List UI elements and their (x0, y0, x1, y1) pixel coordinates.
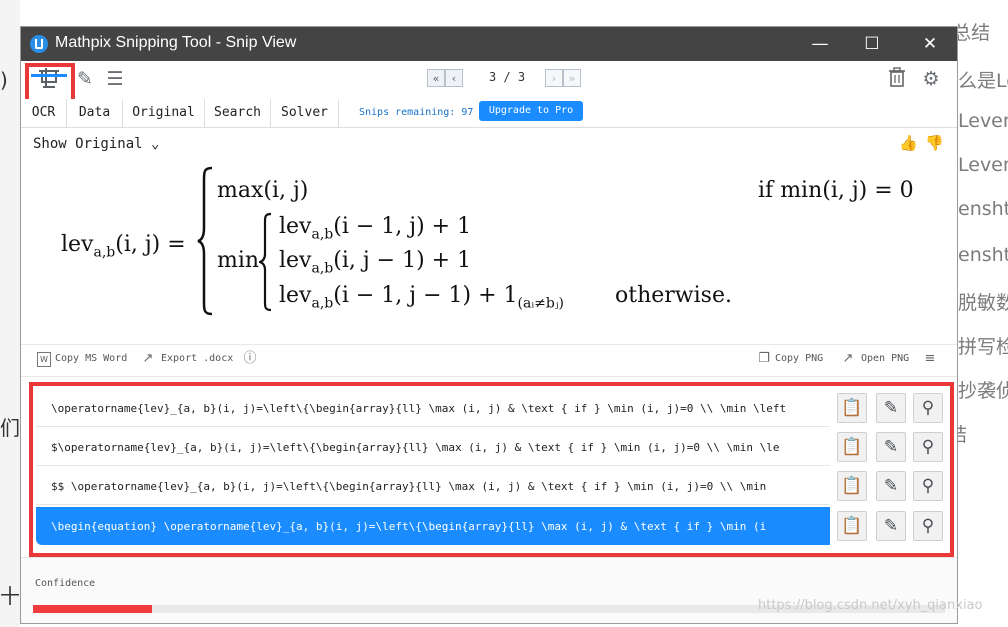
tab-search[interactable]: Search (205, 99, 271, 127)
equation-min-line-2: leva,b(i, j − 1) + 1 (279, 248, 472, 277)
result-tabs: OCR Data Original Search Solver Snips re… (21, 99, 957, 128)
background-text: 脱敏数 (958, 292, 1008, 314)
show-original-label: Show Original (33, 136, 143, 152)
tab-data[interactable]: Data (67, 99, 123, 127)
background-text: 结 (958, 420, 1008, 447)
background-text: ensht (958, 198, 1008, 220)
thumbs-down-icon[interactable]: 👎 (925, 134, 944, 152)
background-text: 们 (0, 416, 20, 440)
tab-solver[interactable]: Solver (271, 99, 339, 127)
show-original-toggle[interactable]: Show Original ⌄ (33, 136, 159, 152)
background-text: 十 (0, 584, 20, 608)
background-text: 么是Le (958, 70, 1008, 92)
maximize-button[interactable]: ☐ (849, 27, 895, 61)
title-bar[interactable]: Mathpix Snipping Tool - Snip View — ☐ ✕ (21, 27, 957, 61)
export-icon: ↗ (142, 351, 154, 366)
copy-icon: ❐ (758, 351, 770, 366)
background-text: Leven (958, 154, 1008, 176)
background-page-left: ) 们 十 (0, 0, 20, 627)
copy-ms-word-button[interactable]: Copy MS Word (55, 353, 127, 364)
minimize-button[interactable]: — (797, 27, 843, 61)
watermark: https://blog.csdn.net/xyh_qianxiao (758, 598, 983, 613)
window-title: Mathpix Snipping Tool - Snip View (55, 34, 297, 51)
upgrade-button[interactable]: Upgrade to Pro (479, 101, 583, 121)
equation-max-case: max(i, j) (217, 178, 309, 203)
prev-page-button[interactable]: ‹ (445, 69, 463, 87)
toolbar: ✎ ☰ « ‹ 3 / 3 › » ⚙ (21, 61, 957, 99)
tab-original[interactable]: Original (123, 99, 205, 127)
first-page-button[interactable]: « (427, 69, 445, 87)
highlight-box-results (29, 382, 954, 557)
rendered-equation-panel: Show Original ⌄ 👍 👎 leva,b(i, j) = max(i… (21, 128, 957, 344)
background-text: 拼写检 (958, 336, 1008, 358)
equation-min: min (217, 248, 260, 273)
snip-view-window: Mathpix Snipping Tool - Snip View — ☐ ✕ … (20, 26, 958, 624)
word-icon: W (37, 352, 51, 367)
snips-remaining: Snips remaining: 97 (359, 107, 474, 118)
trash-icon[interactable] (885, 67, 909, 91)
mathpix-logo-icon (30, 35, 48, 53)
action-bar: W Copy MS Word ↗ Export .docx ⓘ ❐ Copy P… (21, 344, 957, 377)
left-brace-large (197, 166, 213, 316)
thumbs-up-icon[interactable]: 👍 (899, 134, 918, 152)
background-text: Leven (958, 110, 1008, 132)
chevron-down-icon: ⌄ (151, 136, 160, 152)
equation-min-line-3: leva,b(i − 1, j − 1) + 1(aᵢ≠bⱼ) (279, 283, 564, 312)
confidence-panel: Confidence (21, 557, 957, 623)
edit-icon[interactable]: ✎ (73, 67, 97, 91)
open-icon: ↗ (842, 351, 854, 366)
background-page-right: 4. 总结 么是Le Leven Leven ensht ensht 脱敏数 拼… (958, 0, 1008, 627)
confidence-label: Confidence (35, 578, 96, 589)
background-text: ensht (958, 244, 1008, 266)
help-icon[interactable]: ⓘ (243, 351, 257, 367)
background-text: ) (0, 68, 8, 92)
confidence-bar-fill (33, 605, 152, 613)
tab-ocr[interactable]: OCR (21, 99, 67, 127)
latex-results-list: \operatorname{lev}_{a, b}(i, j)=\left\{\… (21, 377, 957, 557)
equation-lhs: leva,b(i, j) = (61, 232, 186, 261)
list-icon[interactable]: ☰ (103, 67, 127, 91)
next-page-button[interactable]: › (545, 69, 563, 87)
sliders-icon[interactable]: ≡ (923, 351, 937, 367)
open-png-button[interactable]: Open PNG (861, 353, 909, 364)
equation-min-line-1: leva,b(i − 1, j) + 1 (279, 214, 472, 243)
background-text: 抄袭侦 (958, 380, 1008, 402)
equation-if-condition: if min(i, j) = 0 (758, 178, 914, 203)
copy-png-button[interactable]: Copy PNG (775, 353, 823, 364)
left-brace-small (259, 212, 272, 312)
page-count: 3 / 3 (488, 70, 526, 84)
equation-otherwise: otherwise. (615, 283, 732, 308)
close-button[interactable]: ✕ (907, 27, 953, 61)
background-text: 4. 总结 (958, 22, 991, 44)
gear-icon[interactable]: ⚙ (919, 67, 943, 91)
export-docx-button[interactable]: Export .docx (161, 353, 233, 364)
last-page-button[interactable]: » (563, 69, 581, 87)
